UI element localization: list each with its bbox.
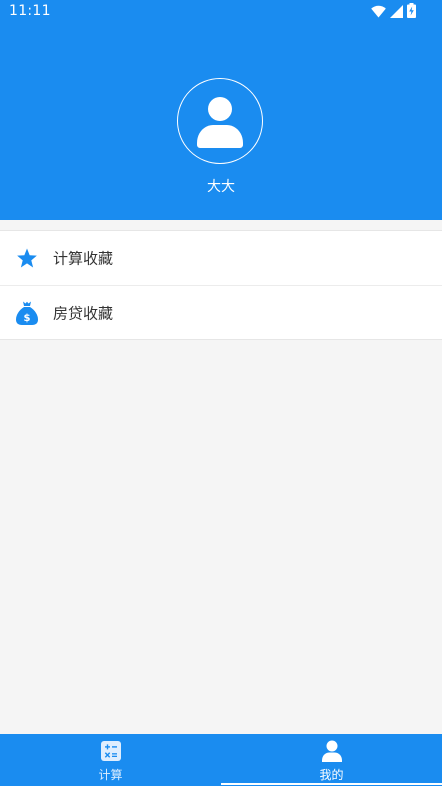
username: 大大 [207, 179, 235, 195]
status-time: 11:11 [9, 3, 51, 19]
person-icon [321, 740, 343, 762]
wifi-icon [371, 3, 386, 22]
menu-item-mortgage-favorites[interactable]: $ 房贷收藏 [0, 285, 442, 339]
status-icons [371, 2, 416, 22]
tab-label: 我的 [319, 768, 344, 782]
profile-header: 11:11 大大 [0, 0, 442, 220]
tab-label: 计算 [98, 768, 123, 782]
menu-item-label: 房贷收藏 [53, 304, 114, 322]
menu-item-calculation-favorites[interactable]: 计算收藏 [0, 231, 442, 285]
profile-screen: 11:11 大大 计算收藏 $ 房贷收藏 计算 我的 [0, 0, 442, 786]
menu-item-label: 计算收藏 [53, 249, 114, 268]
calculator-icon [100, 740, 122, 762]
money-bag-icon: $ [15, 301, 39, 325]
active-tab-indicator [221, 783, 442, 785]
tab-calculate[interactable]: 计算 [0, 734, 221, 786]
bottom-navigation: 计算 我的 [0, 734, 442, 786]
user-avatar[interactable] [177, 78, 263, 164]
favorites-menu: 计算收藏 $ 房贷收藏 [0, 230, 442, 340]
tab-mine[interactable]: 我的 [221, 734, 442, 786]
star-icon [15, 246, 39, 270]
svg-text:$: $ [24, 313, 31, 324]
signal-icon [390, 3, 403, 22]
status-bar: 11:11 [0, 0, 442, 24]
battery-charging-icon [407, 2, 416, 22]
